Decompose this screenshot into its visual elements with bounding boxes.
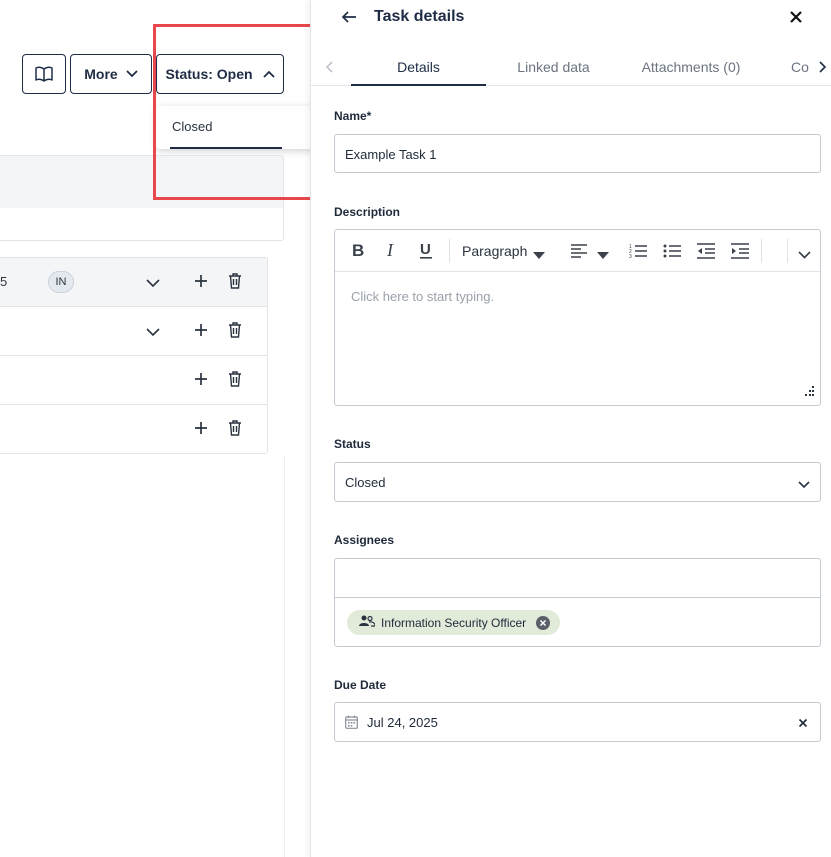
assignees-label: Assignees [334, 533, 395, 547]
avatar: IN [48, 271, 74, 293]
outdent-icon[interactable] [697, 243, 715, 262]
chevron-down-icon[interactable] [597, 247, 609, 262]
paragraph-style-select[interactable]: Paragraph [462, 243, 527, 259]
editor-toolbar: B I U Paragraph 123 [335, 230, 820, 272]
align-left-icon[interactable] [571, 244, 587, 261]
bold-icon[interactable]: B [351, 240, 365, 263]
resize-handle-icon[interactable] [804, 384, 814, 399]
chevron-up-icon [262, 70, 275, 78]
assignee-chip: Information Security Officer [347, 610, 561, 635]
tab-linked-data[interactable]: Linked data [486, 59, 621, 75]
status-select[interactable]: Closed [334, 462, 821, 502]
description-editor[interactable]: B I U Paragraph 123 Click here to start … [334, 229, 821, 406]
editor-placeholder: Click here to start typing. [351, 289, 495, 304]
chevron-left-icon[interactable] [325, 60, 333, 78]
assignees-search-input[interactable] [335, 559, 820, 598]
status-button-label: Status: Open [165, 66, 253, 82]
table-row[interactable] [0, 356, 267, 405]
due-date-input[interactable]: Jul 24, 2025 [334, 702, 821, 742]
arrow-left-icon[interactable] [341, 9, 357, 30]
italic-icon[interactable]: I [385, 240, 399, 263]
svg-text:U: U [420, 241, 431, 258]
status-menu: Closed [156, 106, 324, 149]
tab-bar: Details Linked data Attachments (0) Co [311, 44, 831, 86]
chevron-down-icon[interactable] [533, 247, 545, 262]
chevron-down-icon[interactable] [146, 324, 160, 342]
chevron-down-icon[interactable] [798, 247, 811, 262]
column-divider [284, 456, 285, 857]
trash-icon[interactable] [228, 420, 242, 441]
chevron-down-icon [126, 70, 138, 78]
svg-text:3: 3 [629, 254, 632, 259]
close-icon[interactable] [789, 10, 803, 29]
menu-divider [170, 147, 282, 149]
indent-icon[interactable] [731, 243, 749, 262]
toolbar-divider [449, 239, 450, 263]
name-input[interactable]: Example Task 1 [334, 134, 821, 173]
bullet-list-icon[interactable] [663, 243, 681, 262]
group-icon [359, 615, 376, 630]
panel-header [0, 156, 283, 208]
trash-icon[interactable] [228, 273, 242, 294]
name-label: Name* [334, 109, 372, 123]
description-label: Description [334, 205, 401, 219]
status-dropdown-button[interactable]: Status: Open [156, 54, 284, 94]
drawer-title: Task details [374, 8, 465, 25]
more-label: More [84, 66, 118, 82]
due-date-label: Due Date [334, 678, 387, 692]
plus-icon[interactable] [194, 421, 208, 440]
chevron-down-icon [798, 477, 810, 492]
table-row[interactable]: 5 IN [0, 258, 267, 307]
row-number: 5 [0, 274, 8, 289]
due-date-value: Jul 24, 2025 [367, 715, 438, 730]
status-select-value: Closed [345, 475, 386, 490]
status-label: Status [334, 437, 371, 451]
chevron-right-icon[interactable] [819, 60, 827, 78]
task-table: 5 IN [0, 257, 268, 454]
status-menu-item-closed[interactable]: Closed [172, 119, 212, 134]
plus-icon[interactable] [194, 323, 208, 342]
content-panel [0, 155, 284, 241]
ordered-list-icon[interactable]: 123 [629, 243, 647, 262]
tab-details[interactable]: Details [351, 59, 486, 75]
svg-text:I: I [386, 240, 394, 260]
remove-chip-icon[interactable] [536, 615, 551, 630]
svg-text:B: B [352, 241, 364, 260]
book-button[interactable] [22, 54, 66, 94]
trash-icon[interactable] [228, 322, 242, 343]
calendar-icon [345, 715, 358, 732]
main-page: More Status: Open Closed 5 IN [0, 0, 327, 857]
assignees-field: Information Security Officer [334, 558, 821, 647]
more-button[interactable]: More [70, 54, 152, 94]
table-row[interactable] [0, 307, 267, 356]
active-tab-indicator [351, 84, 486, 86]
clear-date-icon[interactable] [798, 716, 808, 731]
underline-icon[interactable]: U [419, 240, 433, 263]
book-icon [35, 66, 53, 82]
table-row[interactable] [0, 405, 267, 454]
plus-icon[interactable] [194, 274, 208, 293]
plus-icon[interactable] [194, 372, 208, 391]
toolbar-divider [761, 239, 762, 263]
chevron-down-icon[interactable] [146, 275, 160, 293]
task-details-drawer: Task details Details Linked data Attachm… [310, 0, 831, 857]
tab-attachments[interactable]: Attachments (0) [621, 59, 761, 75]
assignee-name: Information Security Officer [381, 615, 527, 630]
trash-icon[interactable] [228, 371, 242, 392]
toolbar-divider [787, 239, 788, 263]
